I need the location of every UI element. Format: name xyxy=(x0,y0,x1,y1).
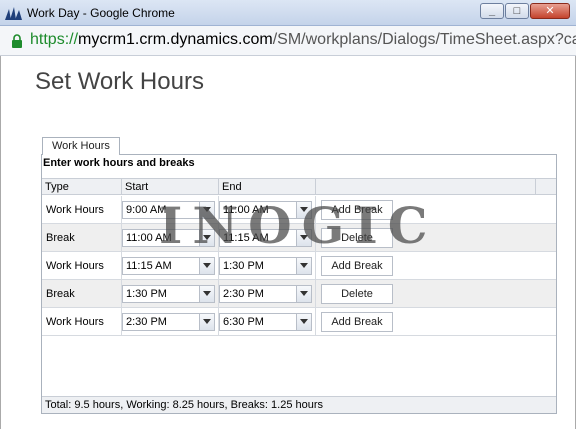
url-host: mycrm1.crm.dynamics.com xyxy=(78,31,273,48)
table-row: Work Hours 11:15 AM 1:30 PM Add Break xyxy=(42,252,556,280)
type-cell: Work Hours xyxy=(42,196,122,223)
minimize-button[interactable]: _ xyxy=(480,3,504,19)
start-cell: 11:00 AM xyxy=(122,224,219,251)
delete-button[interactable]: Delete xyxy=(321,228,393,248)
hours-summary: Total: 9.5 hours, Working: 8.25 hours, B… xyxy=(42,396,556,413)
maximize-icon: □ xyxy=(513,5,521,17)
type-cell: Work Hours xyxy=(42,252,122,279)
chevron-down-icon[interactable] xyxy=(296,230,311,246)
close-icon: ✕ xyxy=(545,5,555,17)
table-row: Work Hours 2:30 PM 6:30 PM Add Break xyxy=(42,308,556,336)
start-time-value: 11:00 AM xyxy=(126,232,172,244)
page-title: Set Work Hours xyxy=(35,68,204,95)
maximize-button[interactable]: □ xyxy=(505,3,529,19)
end-time-select[interactable]: 2:30 PM xyxy=(219,285,312,303)
start-time-value: 2:30 PM xyxy=(126,316,167,328)
end-time-value: 11:00 AM xyxy=(223,204,269,216)
start-time-select[interactable]: 2:30 PM xyxy=(122,313,215,331)
start-cell: 9:00 AM xyxy=(122,196,219,223)
delete-button[interactable]: Delete xyxy=(321,284,393,304)
grid-header: Type Start End xyxy=(42,178,556,195)
table-row: Break 11:00 AM 11:15 AM Delete xyxy=(42,224,556,252)
column-header-start: Start xyxy=(122,179,219,195)
start-time-value: 9:00 AM xyxy=(126,204,167,216)
start-cell: 11:15 AM xyxy=(122,252,219,279)
end-time-value: 2:30 PM xyxy=(223,288,264,300)
start-time-select[interactable]: 9:00 AM xyxy=(122,201,215,219)
end-time-select[interactable]: 11:15 AM xyxy=(219,229,312,247)
start-time-select[interactable]: 11:00 AM xyxy=(122,229,215,247)
column-header-action xyxy=(316,179,536,195)
url-scheme: https:// xyxy=(30,31,79,48)
end-time-value: 6:30 PM xyxy=(223,316,264,328)
chevron-down-icon[interactable] xyxy=(296,202,311,218)
work-hours-panel: Enter work hours and breaks Type Start E… xyxy=(41,154,557,414)
start-time-select[interactable]: 1:30 PM xyxy=(122,285,215,303)
end-cell: 6:30 PM xyxy=(219,308,316,335)
end-cell: 2:30 PM xyxy=(219,280,316,307)
close-button[interactable]: ✕ xyxy=(530,3,570,19)
window-titlebar: Work Day - Google Chrome _ □ ✕ xyxy=(0,0,576,26)
url-text[interactable]: https://mycrm1.crm.dynamics.com/SM/workp… xyxy=(30,31,576,49)
table-row: Break 1:30 PM 2:30 PM Delete xyxy=(42,280,556,308)
end-time-select[interactable]: 1:30 PM xyxy=(219,257,312,275)
chevron-down-icon[interactable] xyxy=(199,230,214,246)
dynamics-logo-icon xyxy=(5,7,22,20)
chevron-down-icon[interactable] xyxy=(296,258,311,274)
end-time-select[interactable]: 6:30 PM xyxy=(219,313,312,331)
start-time-select[interactable]: 11:15 AM xyxy=(122,257,215,275)
end-time-value: 1:30 PM xyxy=(223,260,264,272)
chevron-down-icon[interactable] xyxy=(296,314,311,330)
type-cell: Break xyxy=(42,280,122,307)
chevron-down-icon[interactable] xyxy=(199,258,214,274)
type-cell: Work Hours xyxy=(42,308,122,335)
type-cell: Break xyxy=(42,224,122,251)
row-type: Work Hours xyxy=(46,316,104,328)
url-path: /SM/workplans/Dialogs/TimeSheet.aspx?cal… xyxy=(272,31,576,48)
add-break-button[interactable]: Add Break xyxy=(321,256,393,276)
end-cell: 11:15 AM xyxy=(219,224,316,251)
start-cell: 1:30 PM xyxy=(122,280,219,307)
row-type: Break xyxy=(46,288,75,300)
chevron-down-icon[interactable] xyxy=(199,202,214,218)
end-cell: 1:30 PM xyxy=(219,252,316,279)
start-cell: 2:30 PM xyxy=(122,308,219,335)
start-time-value: 11:15 AM xyxy=(126,260,172,272)
start-time-value: 1:30 PM xyxy=(126,288,167,300)
end-cell: 11:00 AM xyxy=(219,196,316,223)
chevron-down-icon[interactable] xyxy=(199,286,214,302)
row-type: Work Hours xyxy=(46,204,104,216)
minimize-icon: _ xyxy=(488,5,496,17)
window-title: Work Day - Google Chrome xyxy=(27,6,175,20)
address-bar[interactable]: https://mycrm1.crm.dynamics.com/SM/workp… xyxy=(0,26,576,56)
add-break-button[interactable]: Add Break xyxy=(321,200,393,220)
chevron-down-icon[interactable] xyxy=(199,314,214,330)
panel-heading: Enter work hours and breaks xyxy=(43,157,195,169)
row-type: Work Hours xyxy=(46,260,104,272)
row-type: Break xyxy=(46,232,75,244)
tab-work-hours[interactable]: Work Hours xyxy=(42,137,120,155)
column-header-end: End xyxy=(219,179,316,195)
table-row: Work Hours 9:00 AM 11:00 AM Add Break xyxy=(42,196,556,224)
chevron-down-icon[interactable] xyxy=(296,286,311,302)
end-time-value: 11:15 AM xyxy=(223,232,269,244)
end-time-select[interactable]: 11:00 AM xyxy=(219,201,312,219)
column-header-type: Type xyxy=(42,179,122,195)
add-break-button[interactable]: Add Break xyxy=(321,312,393,332)
page-viewport: Set Work Hours Work Hours Enter work hou… xyxy=(0,56,576,429)
lock-icon xyxy=(12,34,22,48)
